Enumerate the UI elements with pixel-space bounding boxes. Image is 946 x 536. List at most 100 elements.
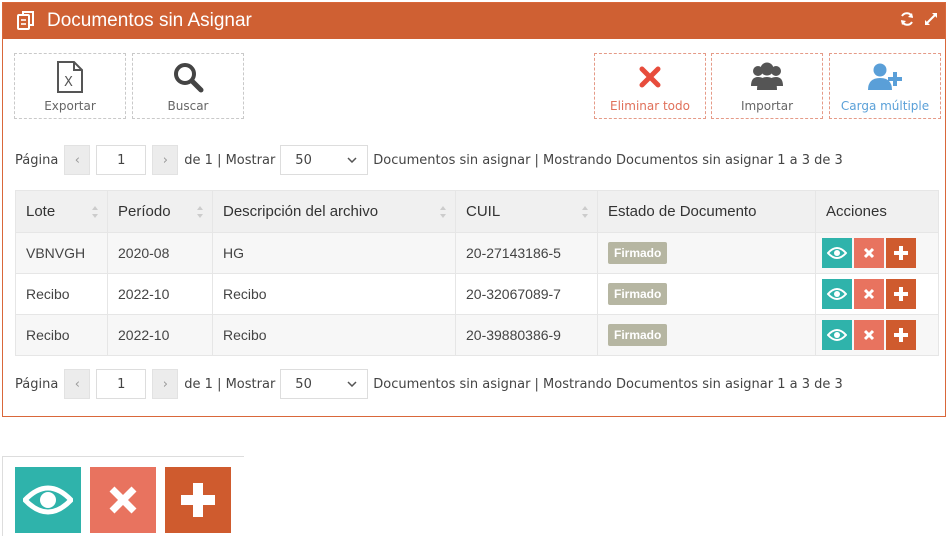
bulk-upload-button[interactable]: Carga múltiple — [829, 53, 941, 119]
view-button[interactable] — [822, 238, 852, 268]
cell-lote: Recibo — [15, 314, 108, 356]
plus-icon — [181, 483, 215, 517]
header-estado: Estado de Documento — [597, 190, 816, 233]
cell-periodo: 2020-08 — [107, 232, 213, 274]
header-acciones: Acciones — [815, 190, 939, 233]
documents-panel: Documentos sin Asignar X Exportar Buscar… — [2, 2, 946, 417]
sort-icon — [92, 206, 98, 218]
status-badge: Firmado — [608, 283, 668, 305]
add-button-large[interactable] — [165, 467, 231, 533]
table-header-row: Lote Período Descripción del archivo CUI… — [15, 190, 939, 233]
view-button[interactable] — [822, 279, 852, 309]
cell-estado: Firmado — [597, 232, 816, 274]
view-button-large[interactable] — [15, 467, 81, 533]
page-input[interactable]: 1 — [96, 145, 147, 175]
search-label: Buscar — [167, 99, 209, 113]
cell-acciones — [815, 314, 939, 356]
users-icon — [751, 62, 783, 90]
delete-all-label: Eliminar todo — [610, 99, 690, 113]
page-label: Página — [15, 376, 59, 392]
documents-icon — [17, 11, 34, 30]
sort-icon — [197, 206, 203, 218]
search-icon — [174, 63, 204, 93]
page-of-text: de 1 | Mostrar — [184, 376, 276, 392]
chevron-down-icon — [347, 157, 357, 163]
close-icon — [863, 288, 875, 300]
eye-icon — [827, 288, 847, 300]
status-badge: Firmado — [608, 324, 668, 346]
cell-estado: Firmado — [597, 314, 816, 356]
import-label: Importar — [740, 99, 794, 113]
delete-button[interactable] — [854, 320, 884, 350]
cell-acciones — [815, 232, 939, 274]
header-periodo[interactable]: Período — [107, 190, 213, 233]
cell-lote: Recibo — [15, 273, 108, 315]
documents-table: Lote Período Descripción del archivo CUI… — [15, 190, 939, 356]
view-button[interactable] — [822, 320, 852, 350]
chevron-down-icon — [347, 381, 357, 387]
pager-summary: Documentos sin asignar | Mostrando Docum… — [373, 152, 843, 168]
page-size-value: 50 — [295, 152, 312, 168]
refresh-icon[interactable] — [899, 11, 915, 27]
status-badge: Firmado — [608, 242, 668, 264]
panel-title: Documentos sin Asignar — [47, 10, 252, 31]
add-user-icon — [868, 63, 902, 90]
page-of-text: de 1 | Mostrar — [184, 152, 276, 168]
delete-button-large[interactable] — [90, 467, 156, 533]
sort-icon — [440, 206, 446, 218]
delete-button[interactable] — [854, 238, 884, 268]
page-size-select[interactable]: 50 — [280, 369, 369, 399]
next-page-button[interactable]: › — [152, 145, 179, 175]
excel-file-icon: X — [57, 61, 83, 93]
prev-page-button[interactable]: ‹ — [64, 145, 91, 175]
page-input[interactable]: 1 — [96, 369, 147, 399]
panel-header: Documentos sin Asignar — [3, 3, 945, 39]
table-row: Recibo 2022-10 Recibo 20-39880386-9 Firm… — [15, 314, 939, 356]
plus-icon — [894, 328, 908, 342]
search-button[interactable]: Buscar — [132, 53, 244, 119]
cell-estado: Firmado — [597, 273, 816, 315]
add-button[interactable] — [886, 238, 916, 268]
delete-all-button[interactable]: Eliminar todo — [594, 53, 706, 119]
plus-icon — [894, 287, 908, 301]
pager-bottom: Página ‹ 1 › de 1 | Mostrar 50 Documento… — [15, 368, 843, 400]
next-page-button[interactable]: › — [152, 369, 179, 399]
close-icon — [639, 66, 661, 88]
header-cuil[interactable]: CUIL — [455, 190, 598, 233]
table-row: Recibo 2022-10 Recibo 20-32067089-7 Firm… — [15, 273, 939, 315]
add-button[interactable] — [886, 279, 916, 309]
export-button[interactable]: X Exportar — [14, 53, 126, 119]
cell-acciones — [815, 273, 939, 315]
eye-icon — [827, 329, 847, 341]
bulk-upload-label: Carga múltiple — [840, 99, 930, 113]
page-size-select[interactable]: 50 — [280, 145, 369, 175]
header-lote[interactable]: Lote — [15, 190, 108, 233]
eye-icon — [827, 247, 847, 259]
delete-button[interactable] — [854, 279, 884, 309]
table-row: VBNVGH 2020-08 HG 20-27143186-5 Firmado — [15, 232, 939, 274]
close-icon — [109, 486, 137, 514]
export-label: Exportar — [44, 99, 96, 113]
svg-text:X: X — [64, 75, 73, 90]
header-descripcion[interactable]: Descripción del archivo — [212, 190, 456, 233]
sort-icon — [582, 206, 588, 218]
close-icon — [863, 247, 875, 259]
cell-cuil: 20-39880386-9 — [455, 314, 598, 356]
plus-icon — [894, 246, 908, 260]
page-size-value: 50 — [295, 376, 312, 392]
page-label: Página — [15, 152, 59, 168]
close-icon — [863, 329, 875, 341]
prev-page-button[interactable]: ‹ — [64, 369, 91, 399]
cell-cuil: 20-27143186-5 — [455, 232, 598, 274]
cell-descripcion: Recibo — [212, 314, 456, 356]
pager-top: Página ‹ 1 › de 1 | Mostrar 50 Documento… — [15, 144, 843, 176]
expand-icon[interactable] — [923, 11, 939, 27]
cell-periodo: 2022-10 — [107, 314, 213, 356]
import-button[interactable]: Importar — [711, 53, 823, 119]
add-button[interactable] — [886, 320, 916, 350]
eye-icon — [23, 485, 73, 515]
cell-descripcion: Recibo — [212, 273, 456, 315]
cell-periodo: 2022-10 — [107, 273, 213, 315]
cell-lote: VBNVGH — [15, 232, 108, 274]
pager-summary: Documentos sin asignar | Mostrando Docum… — [373, 376, 843, 392]
